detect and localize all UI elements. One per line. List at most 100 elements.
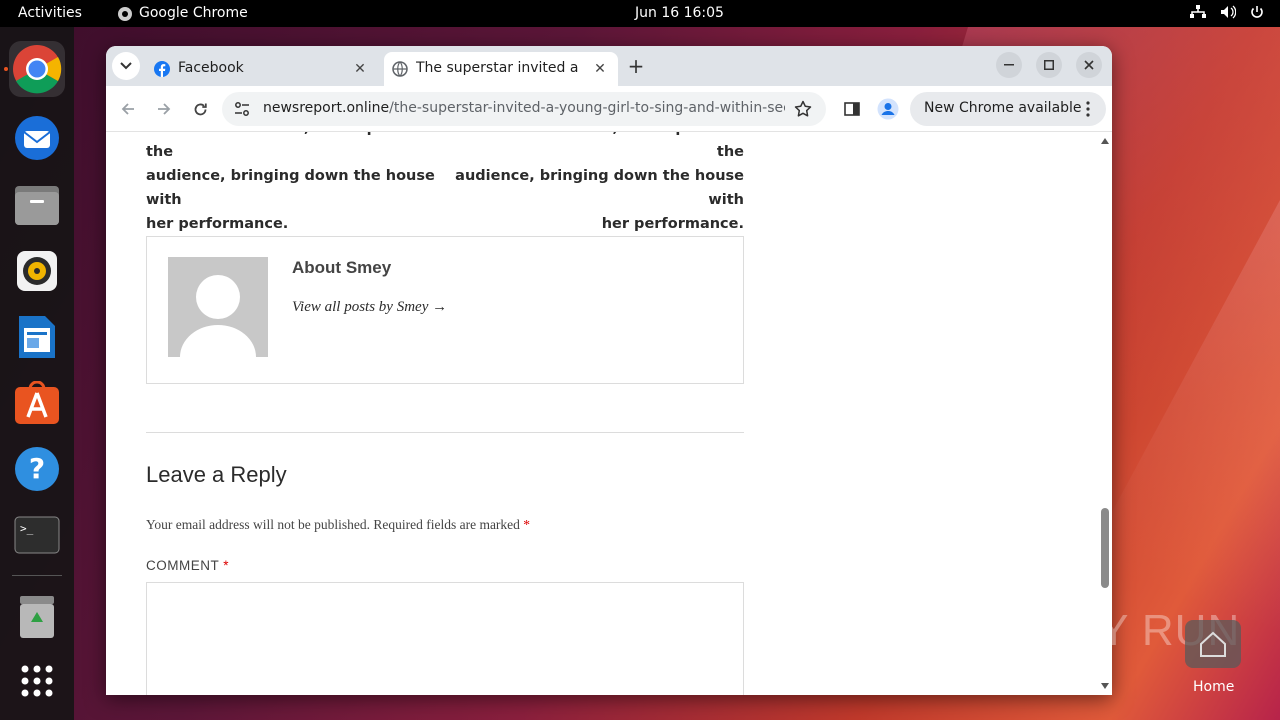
close-icon[interactable]: ✕: [590, 59, 610, 79]
excerpt-line: and within seconds, she captivated the: [455, 132, 744, 160]
scroll-up-icon[interactable]: [1101, 138, 1109, 144]
excerpt-line: her performance.: [146, 216, 289, 232]
dock-separator: [12, 575, 62, 576]
dock-thunderbird[interactable]: [9, 109, 65, 165]
excerpt-line: audience, bringing down the house with: [455, 168, 744, 208]
power-icon: [1251, 6, 1263, 18]
app-grid-icon: [21, 665, 53, 697]
required-fields-note: Required fields are marked: [373, 517, 520, 532]
back-button[interactable]: [114, 95, 142, 123]
browser-toolbar: newsreport.online/the-superstar-invited-…: [106, 86, 1112, 132]
dock-chrome[interactable]: [9, 41, 65, 97]
close-icon: [1084, 60, 1094, 70]
comment-textarea[interactable]: [146, 582, 744, 695]
network-icon: [1190, 5, 1206, 18]
right-column-excerpt[interactable]: and within seconds, she captivated the a…: [444, 132, 744, 236]
bookmark-star-icon[interactable]: [794, 100, 812, 118]
email-not-published-note: Your email address will not be published…: [146, 517, 370, 532]
dock-rhythmbox[interactable]: [9, 243, 65, 299]
tab-title: Facebook: [178, 60, 244, 76]
home-folder-icon: [1200, 631, 1226, 657]
maximize-button[interactable]: [1036, 52, 1062, 78]
window-close-button[interactable]: [1076, 52, 1102, 78]
chrome-icon: [13, 45, 62, 94]
writer-icon: [19, 316, 55, 358]
scroll-down-icon[interactable]: [1101, 683, 1109, 689]
url-path: /the-superstar-invited-a-young-girl-to-s…: [389, 100, 785, 116]
view-all-posts-link[interactable]: View all posts by Smey →: [292, 299, 447, 316]
reply-heading: Leave a Reply: [146, 462, 287, 487]
maximize-icon: [1044, 60, 1054, 70]
dock-files[interactable]: [9, 177, 65, 233]
address-bar[interactable]: newsreport.online/the-superstar-invited-…: [222, 92, 826, 126]
home-folder-label[interactable]: Home: [1193, 679, 1234, 695]
excerpt-line: audience, bringing down the house with: [146, 168, 435, 208]
dock-software[interactable]: [9, 375, 65, 431]
forward-button[interactable]: [150, 95, 178, 123]
profile-icon: [877, 98, 899, 120]
tab-title: The superstar invited a y: [416, 60, 582, 76]
required-asterisk: *: [523, 517, 531, 532]
reply-notes: Your email address will not be published…: [146, 517, 530, 533]
chrome-small-icon: [118, 6, 132, 21]
chrome-window: Facebook ✕ The superstar invited a y ✕ +: [106, 46, 1112, 695]
more-vert-icon[interactable]: [1086, 101, 1090, 117]
files-icon: [15, 186, 59, 225]
minimize-button[interactable]: [996, 52, 1022, 78]
dock-writer[interactable]: [9, 309, 65, 365]
dock-trash[interactable]: [9, 589, 65, 645]
arrow-left-icon: [121, 103, 134, 115]
new-tab-button[interactable]: +: [622, 52, 650, 80]
comment-label-text: COMMENT: [146, 558, 219, 573]
home-folder[interactable]: [1185, 620, 1241, 668]
avatar: [168, 257, 268, 357]
dock-help[interactable]: ?: [9, 441, 65, 497]
comment-label: COMMENT *: [146, 558, 229, 573]
excerpt-line: her performance.: [601, 216, 744, 232]
close-icon[interactable]: ✕: [350, 59, 370, 79]
dock: ? >_: [0, 27, 74, 720]
new-chrome-available-button[interactable]: New Chrome available: [910, 92, 1106, 126]
author-title: About Smey: [292, 258, 392, 277]
app-menu[interactable]: Google Chrome: [117, 5, 248, 22]
thunderbird-icon: [15, 116, 59, 160]
app-name: Google Chrome: [139, 5, 248, 21]
terminal-icon: >_: [14, 516, 60, 554]
profile-button[interactable]: [874, 95, 902, 123]
site-settings-icon[interactable]: [234, 102, 250, 116]
clock[interactable]: Jun 16 16:05: [635, 5, 724, 22]
rhythmbox-icon: [17, 251, 57, 291]
trash-icon: [20, 596, 54, 638]
activities-button[interactable]: Activities: [18, 5, 82, 22]
reload-button[interactable]: [186, 95, 214, 123]
web-page: and within seconds, she captivated the a…: [106, 132, 1098, 695]
author-box: About Smey View all posts by Smey →: [146, 236, 744, 384]
tab-news-article[interactable]: The superstar invited a y ✕: [384, 52, 618, 86]
dock-app-grid[interactable]: [9, 653, 65, 709]
globe-icon: [392, 61, 408, 77]
chevron-down-icon: [120, 62, 132, 70]
side-panel-icon: [844, 102, 860, 116]
minimize-icon: [1004, 64, 1014, 66]
dock-terminal[interactable]: >_: [9, 507, 65, 563]
url-text: newsreport.online/the-superstar-invited-…: [263, 100, 785, 116]
tab-search-button[interactable]: [112, 52, 140, 80]
side-panel-button[interactable]: [838, 95, 866, 123]
arrow-right-icon: [158, 103, 171, 115]
required-asterisk: *: [223, 558, 230, 573]
software-icon: [15, 381, 59, 424]
tab-facebook[interactable]: Facebook ✕: [144, 52, 380, 86]
running-indicator: [4, 67, 8, 71]
system-tray[interactable]: [1190, 5, 1264, 19]
svg-text:?: ?: [29, 452, 45, 485]
volume-icon: [1221, 5, 1236, 19]
new-chrome-label: New Chrome available: [924, 100, 1082, 116]
default-avatar-icon: [180, 275, 256, 357]
tab-strip: Facebook ✕ The superstar invited a y ✕ +: [106, 46, 1112, 86]
left-column-excerpt[interactable]: and within seconds, she captivated the a…: [146, 132, 446, 236]
plus-icon: +: [627, 54, 645, 78]
excerpt-line: and within seconds, she captivated the: [146, 132, 435, 160]
scrollbar-thumb[interactable]: [1101, 508, 1109, 588]
section-divider: [146, 432, 744, 433]
facebook-icon: [154, 61, 170, 77]
